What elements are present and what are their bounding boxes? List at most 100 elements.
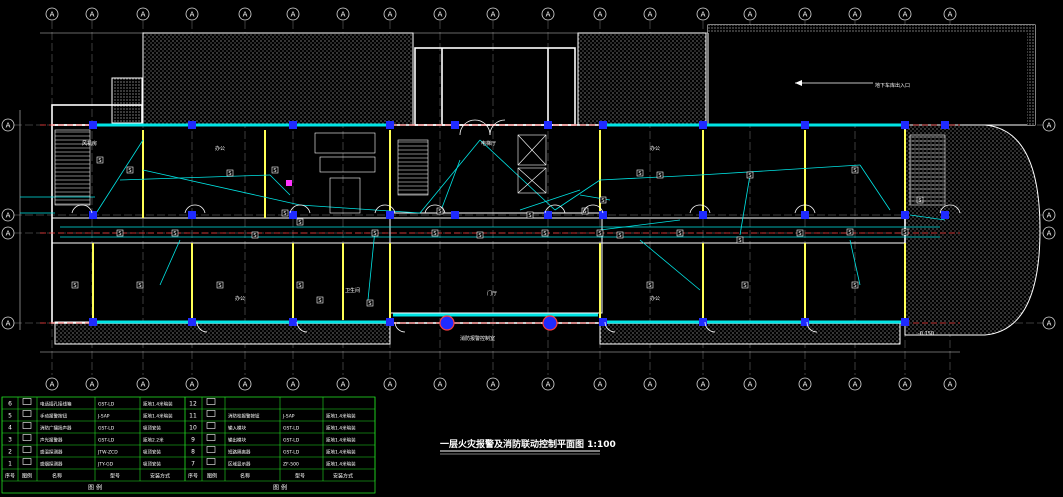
axis-label: A [50,11,55,19]
legend-symbol [206,446,216,453]
detector-mark: S [528,213,531,219]
axis-label: A [903,381,908,389]
axis-label: A [190,381,195,389]
room-partitions [92,130,906,320]
legend-row-install: 距地1.4米暗装 [326,425,356,432]
column [451,211,459,219]
legend-footer-left: 图 例 [88,484,102,492]
axis-label: A [803,381,808,389]
legend-symbol [22,410,32,417]
column [188,211,196,219]
column [386,121,394,129]
axis-label: A [141,11,146,19]
axis-label: A [438,381,443,389]
legend-row-number: 8 [191,449,195,456]
axis-label: A [438,11,443,19]
legend-row-install: 距地1.4米暗装 [326,449,356,456]
axis-label: A [853,11,858,19]
legend-symbol [22,434,32,441]
column [289,318,297,326]
column [89,211,97,219]
legend-row-number: 7 [191,461,195,468]
legend-symbol [206,398,216,405]
legend-symbol [22,422,32,429]
legend-row-name: 手动报警按钮 [40,413,67,420]
legend-row-name: 输出模块 [228,437,246,444]
axis-label: A [701,381,706,389]
detector-mark: S [173,231,176,237]
legend-row-name: 感烟探测器 [40,461,63,468]
column [89,121,97,129]
axis-label: A [748,11,753,19]
axis-label: A [90,11,95,19]
legend-row-model: J-SAP [97,414,110,420]
detector-mark: S [618,233,621,239]
terrace-right-top [707,24,1036,126]
column [801,211,809,219]
axis-label: A [90,381,95,389]
column [699,318,707,326]
legend-row-model: GST-LD [98,438,115,444]
axis-label: A [803,11,808,19]
legend-row-install: 吸顶安装 [143,425,161,432]
axis-label: A [1047,212,1052,220]
legend-row-model: GST-LD [283,438,300,444]
axis-label: A [491,11,496,19]
axis-label: A [598,11,603,19]
detector-mark: S [118,231,121,237]
axis-label: A [388,381,393,389]
legend-row-install: 吸顶安装 [143,461,161,468]
legend-row-install: 吸顶安装 [143,449,161,456]
column [941,121,949,129]
legend-row-install: 距地2.2米 [143,437,164,444]
legend-header-cell: 型号 [295,473,305,480]
legend-row-name: 区域显示器 [228,461,251,468]
column [599,121,607,129]
door-swings [71,119,961,333]
legend-row-number: 11 [189,413,197,420]
legend-row-name: 短路隔离器 [228,449,251,456]
legend-row-number: 5 [8,413,12,420]
cad-drawing-canvas: A A A A A A A A A A A A A A A A A A A A A A A A A A A A A A A A A A A A A A A A… [0,0,1063,497]
legend-row-install: 距地1.4米暗装 [326,413,356,420]
legend-row-model: GST-LD [283,426,300,432]
axis-label: A [948,11,953,19]
label-entrance-note: 地下车库出入口 [875,82,910,89]
axis-label: A [546,381,551,389]
legend-row-name: 电话插孔接线箱 [40,401,72,408]
legend-row-number: 10 [189,425,197,432]
detector-mark: S [298,283,301,289]
column [188,121,196,129]
smoke-detectors: SS S SSSSS SS S S S S S S S S SSS S SS S SSSSS S SSS S SS S [71,156,924,307]
exterior-wall-highlights [93,123,905,324]
legend-header-cell: 安装方式 [333,473,353,480]
floor-plan: A A A A A A A A A A A A A A A A A A A A A A A A A A A A A A A A A A A A A A A A… [1,7,1056,494]
column [801,121,809,129]
toilet-fixtures [314,132,376,214]
axis-label: A [598,381,603,389]
label-level: -0.150 [918,331,934,337]
legend-row-model: GST-LD [98,402,115,408]
terrace-strip-top [708,25,1035,33]
label-smoke-note: 消防报警控制室 [460,335,495,342]
legend-header-cell: 名称 [52,473,62,480]
axis-label: A [388,11,393,19]
detector-mark: S [228,171,231,177]
detector-mark: S [98,158,101,164]
round-terrace [904,124,1041,336]
legend-row-name: 声光报警器 [40,437,63,444]
axis-label: A [341,381,346,389]
detector-mark: S [73,283,76,289]
detector-mark: S [433,231,436,237]
legend-symbol [22,398,32,405]
axis-label: A [1047,320,1052,328]
label-office-3: 办公 [650,295,660,302]
legend-row-name: 消防栓报警按钮 [228,413,260,420]
detector-mark: S [638,171,641,177]
stairs [54,129,946,206]
detector-mark: S [543,231,546,237]
detector-mark: S [678,231,681,237]
detector-mark: S [478,233,481,239]
label-elevator-hall: 电梯厅 [481,140,496,147]
detector-mark: S [128,168,131,174]
